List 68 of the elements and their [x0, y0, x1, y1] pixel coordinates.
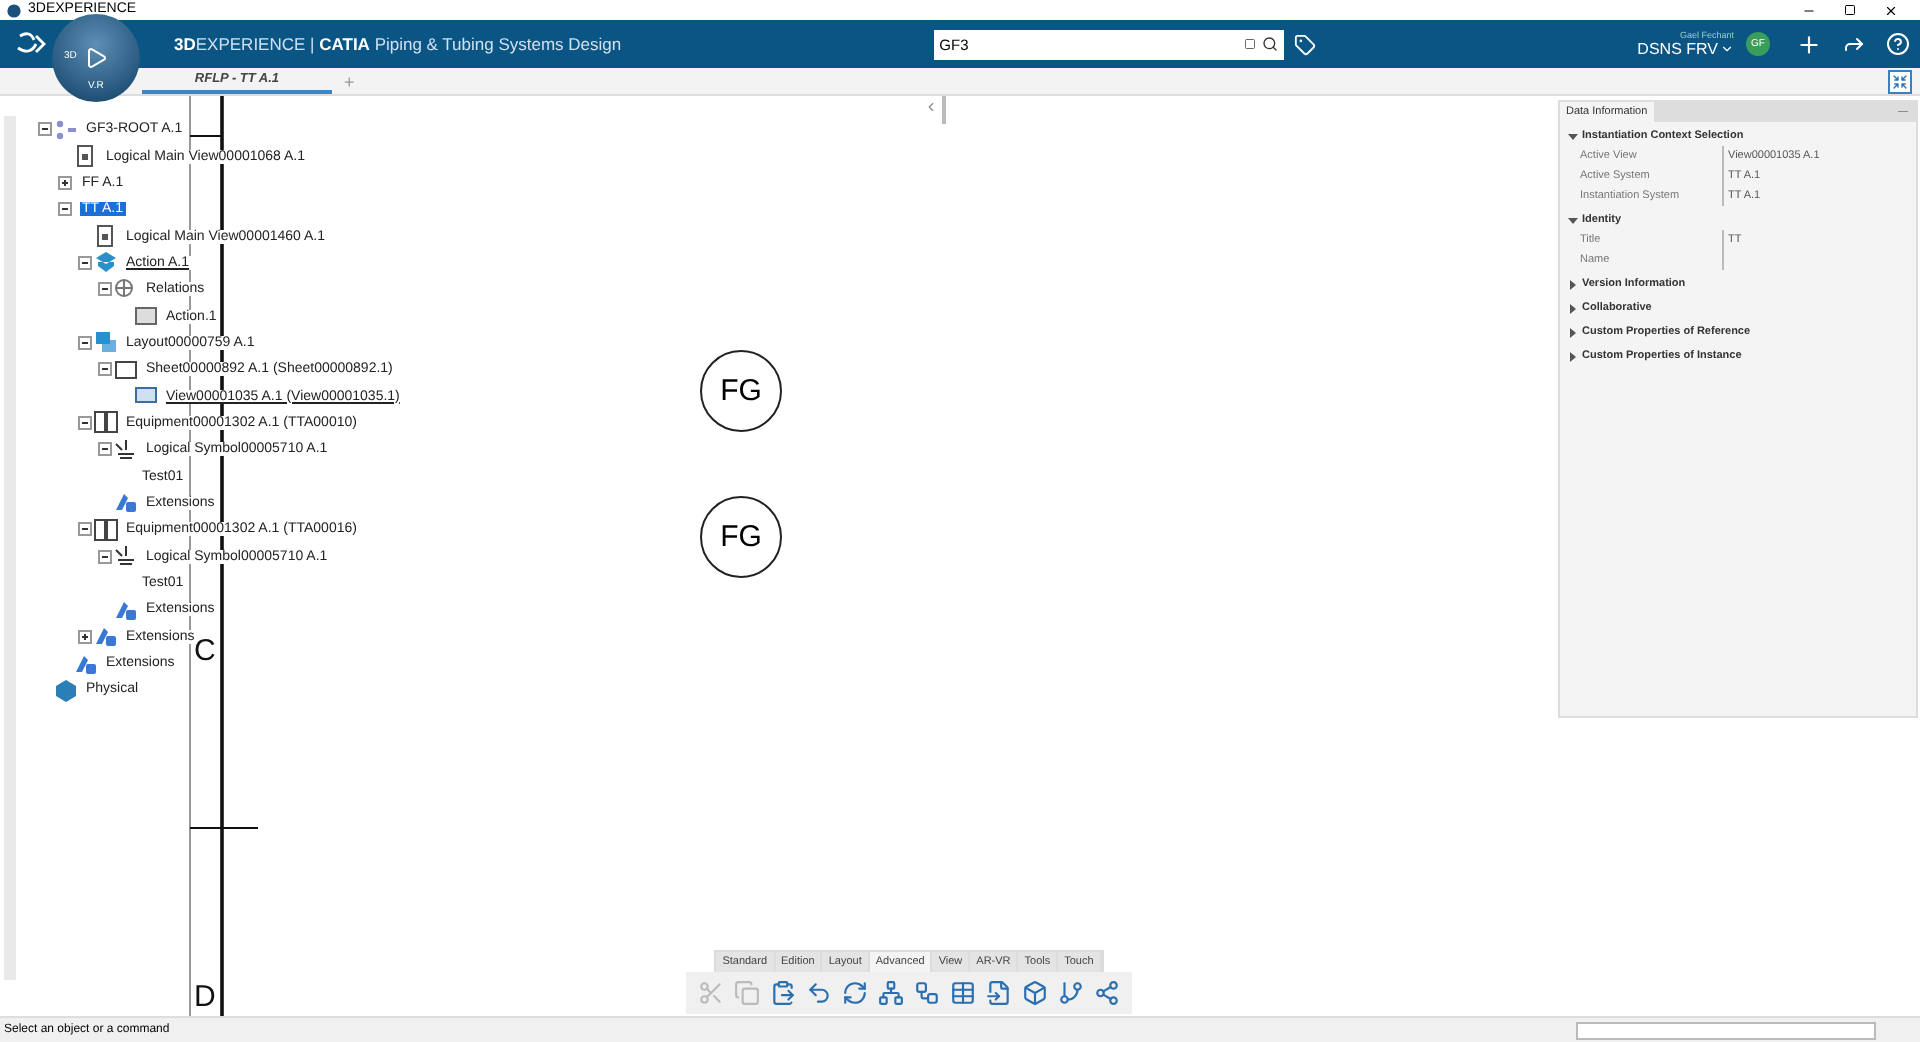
layers-icon — [94, 330, 118, 355]
collapse-toggle[interactable] — [76, 254, 92, 271]
symbol-icon — [114, 544, 138, 569]
stack-icon — [94, 250, 118, 275]
extension-icon — [114, 490, 138, 515]
window-icon — [134, 304, 158, 329]
zone-letter: D — [194, 980, 216, 1014]
extension-icon — [74, 651, 98, 676]
chevron-down-icon[interactable] — [1719, 42, 1734, 56]
tenant-selector[interactable]: DSNS FRV — [1637, 40, 1734, 58]
zone-letter: C — [194, 634, 216, 668]
hierarchy-icon[interactable] — [876, 978, 906, 1008]
branch-icon[interactable] — [1056, 978, 1086, 1008]
collapse-toggle[interactable] — [36, 121, 52, 138]
expand-toggle[interactable] — [56, 174, 72, 191]
refresh-icon[interactable] — [840, 978, 870, 1008]
view-icon — [134, 384, 158, 409]
caret-icon[interactable] — [1568, 279, 1578, 289]
app-title: 3DEXPERIENCE | CATIA Piping & Tubing Systems Design — [174, 34, 622, 54]
function-symbol: FG — [700, 496, 782, 578]
extension-icon — [94, 624, 118, 649]
app-logo-icon — [6, 3, 22, 17]
document-icon — [74, 144, 98, 169]
restore-icon[interactable] — [1888, 70, 1912, 94]
symbol-icon — [114, 437, 138, 462]
logo-icon[interactable] — [16, 32, 46, 56]
help-icon[interactable] — [1885, 32, 1910, 56]
collapse-icon[interactable] — [924, 100, 938, 114]
expand-toggle[interactable] — [76, 628, 92, 645]
import-icon[interactable] — [984, 978, 1014, 1008]
table-icon[interactable] — [948, 978, 978, 1008]
graph-icon[interactable] — [1092, 978, 1122, 1008]
maximize-icon[interactable] — [1844, 3, 1856, 15]
caret-icon[interactable] — [1568, 131, 1578, 141]
collapse-toggle[interactable] — [96, 441, 112, 458]
collapse-toggle[interactable] — [76, 521, 92, 538]
equipment-icon — [94, 517, 118, 542]
cube-icon — [54, 677, 78, 702]
collapse-toggle[interactable] — [76, 414, 92, 431]
equipment-icon — [94, 410, 118, 435]
function-symbol: FG — [700, 350, 782, 432]
paste-icon[interactable] — [768, 978, 798, 1008]
share-icon[interactable] — [1841, 32, 1866, 56]
caret-icon[interactable] — [1568, 327, 1578, 337]
structure-icon — [54, 117, 78, 142]
play-icon[interactable] — [84, 46, 108, 70]
undo-icon[interactable] — [804, 978, 834, 1008]
collapse-toggle[interactable] — [96, 281, 112, 298]
search-icon[interactable] — [1261, 36, 1278, 52]
frame-tick-line — [189, 135, 223, 137]
add-icon[interactable] — [1795, 31, 1822, 57]
globe-icon — [114, 277, 138, 302]
tag-icon[interactable] — [1293, 33, 1316, 55]
extension-icon — [114, 597, 138, 622]
caret-icon[interactable] — [1568, 303, 1578, 313]
caret-icon[interactable] — [1568, 351, 1578, 361]
box-icon[interactable] — [1020, 978, 1050, 1008]
document-icon — [94, 224, 118, 249]
caret-icon[interactable] — [1568, 215, 1578, 225]
sheet-icon — [114, 357, 138, 382]
network-icon[interactable] — [912, 978, 942, 1008]
close-icon[interactable] — [1884, 3, 1898, 17]
collapse-toggle[interactable] — [56, 201, 72, 218]
command-field[interactable] — [1576, 1021, 1876, 1039]
frame-tick-line — [189, 827, 259, 829]
collapse-toggle[interactable] — [76, 334, 92, 351]
collapse-toggle[interactable] — [96, 361, 112, 378]
collapse-toggle[interactable] — [96, 548, 112, 565]
